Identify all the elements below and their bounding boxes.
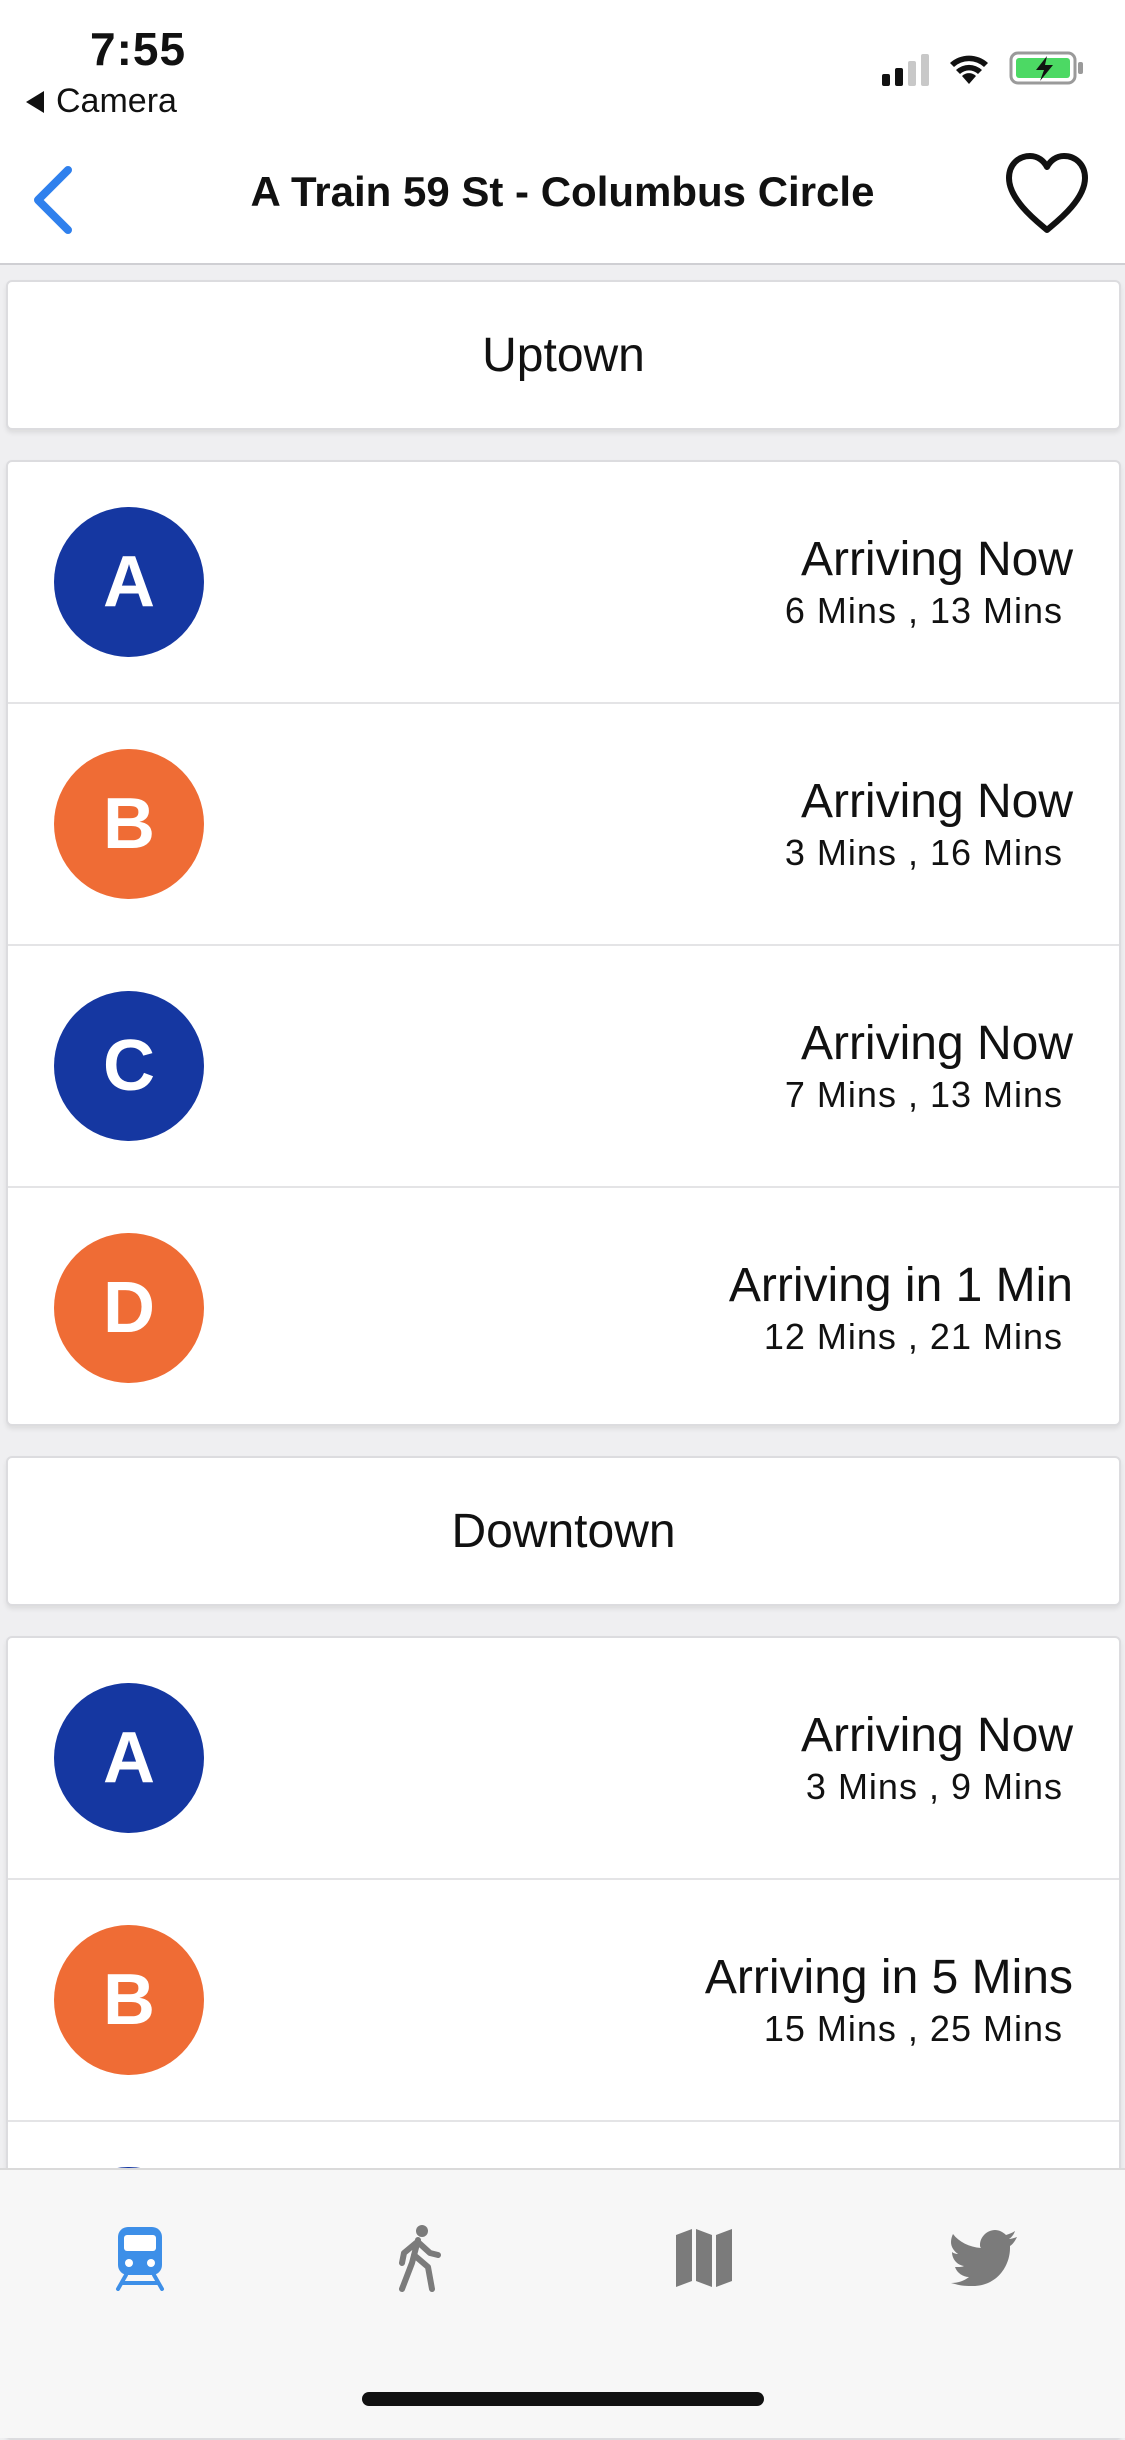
status-time: 7:55: [90, 23, 187, 75]
line-badge-c: C: [54, 991, 204, 1141]
line-badge-d: D: [54, 1233, 204, 1383]
wifi-icon: [950, 55, 988, 84]
direction-label: Uptown: [482, 328, 645, 382]
tab-map[interactable]: [664, 2218, 744, 2298]
direction-header-downtown: Downtown: [6, 1456, 1121, 1606]
battery-charging-icon: [1009, 51, 1083, 85]
train-row[interactable]: B Arriving in 5 Mins 15 Mins , 25 Mins: [8, 1880, 1119, 2122]
train-list-uptown: A Arriving Now 6 Mins , 13 Mins B Arrivi…: [6, 460, 1121, 1426]
next-arrivals: 3 Mins , 16 Mins: [784, 832, 1063, 873]
map-icon: [676, 2229, 732, 2287]
direction-label: Downtown: [451, 1504, 676, 1558]
line-badge-b: B: [54, 749, 204, 899]
status-icons: [882, 50, 1085, 86]
line-badge-a: A: [54, 1683, 204, 1833]
page-title: A Train 59 St - Columbus Circle: [250, 168, 875, 215]
arrival-status: Arriving Now: [800, 1017, 1073, 1070]
tab-trains[interactable]: [100, 2218, 180, 2298]
train-row[interactable]: A Arriving Now 3 Mins , 9 Mins: [8, 1638, 1119, 1880]
next-arrivals: 3 Mins , 9 Mins: [805, 1766, 1063, 1807]
train-row[interactable]: B Arriving Now 3 Mins , 16 Mins: [8, 704, 1119, 946]
status-bar: 7:55 Camera: [0, 0, 1125, 130]
twitter-bird-icon: [951, 2230, 1017, 2286]
train-icon: [116, 2227, 164, 2291]
tab-walking[interactable]: [380, 2218, 460, 2298]
next-arrivals: 7 Mins , 13 Mins: [784, 1074, 1063, 1115]
walking-icon: [399, 2225, 441, 2292]
train-row[interactable]: A Arriving Now 6 Mins , 13 Mins: [8, 462, 1119, 704]
tab-twitter[interactable]: [944, 2218, 1024, 2298]
arrival-status: Arriving Now: [800, 775, 1073, 828]
arrival-status: Arriving in 1 Min: [728, 1259, 1073, 1312]
back-app-label: Camera: [56, 82, 177, 120]
direction-header-uptown: Uptown: [6, 280, 1121, 430]
line-badge-b: B: [54, 1925, 204, 2075]
arrival-status: Arriving Now: [800, 1709, 1073, 1762]
next-arrivals: 6 Mins , 13 Mins: [784, 590, 1063, 631]
train-row[interactable]: D Arriving in 1 Min 12 Mins , 21 Mins: [8, 1188, 1119, 1424]
back-to-app-link[interactable]: Camera: [26, 82, 177, 121]
back-triangle-icon: [26, 90, 44, 113]
signal-icon: [882, 52, 929, 86]
home-indicator: [362, 2392, 764, 2406]
line-badge-a: A: [54, 507, 204, 657]
train-row[interactable]: C Arriving Now 7 Mins , 13 Mins: [8, 946, 1119, 1188]
heart-outline-icon[interactable]: [999, 146, 1095, 242]
navigation-bar: A Train 59 St - Columbus Circle: [0, 130, 1125, 265]
next-arrivals: 12 Mins , 21 Mins: [763, 1316, 1063, 1357]
next-arrivals: 15 Mins , 25 Mins: [763, 2008, 1063, 2049]
arrival-status: Arriving in 5 Mins: [704, 1951, 1073, 2004]
arrival-status: Arriving Now: [800, 533, 1073, 586]
